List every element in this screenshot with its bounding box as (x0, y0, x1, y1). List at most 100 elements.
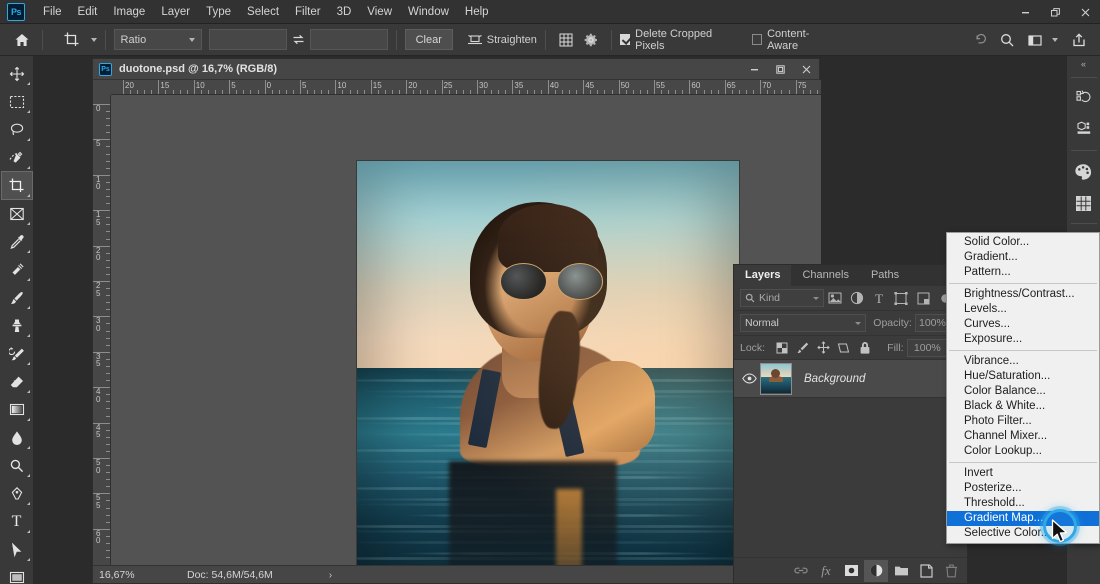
context-menu-item[interactable]: Hue/Saturation... (947, 369, 1099, 384)
pen-tool[interactable] (2, 480, 32, 507)
menu-item-layer[interactable]: Layer (153, 0, 198, 24)
collapse-panels-icon[interactable]: « (1067, 56, 1100, 72)
eraser-tool[interactable] (2, 368, 32, 395)
chevron-down-icon[interactable] (1052, 37, 1058, 42)
layer-name[interactable]: Background (804, 373, 865, 385)
frame-tool[interactable] (2, 200, 32, 227)
crop-tool-icon[interactable] (57, 29, 85, 51)
context-menu-item[interactable]: Solid Color... (947, 235, 1099, 250)
context-menu-item[interactable]: Brightness/Contrast... (947, 287, 1099, 302)
menu-item-filter[interactable]: Filter (287, 0, 329, 24)
menu-item-image[interactable]: Image (105, 0, 153, 24)
reset-arrow-icon[interactable] (970, 28, 994, 52)
new-adjustment-layer-icon[interactable] (864, 559, 888, 582)
eyedropper-tool[interactable] (2, 228, 32, 255)
blend-mode-select[interactable]: Normal (740, 314, 867, 332)
maximize-icon[interactable] (767, 59, 793, 80)
chevron-down-icon[interactable] (90, 37, 97, 42)
context-menu-item[interactable]: Photo Filter... (947, 414, 1099, 429)
crop-tool[interactable] (0, 171, 33, 200)
tab-layers[interactable]: Layers (734, 265, 792, 286)
context-menu-item[interactable]: Exposure... (947, 332, 1099, 347)
filter-smart-object-icon[interactable] (912, 288, 934, 308)
new-group-icon[interactable] (889, 560, 913, 582)
delete-layer-icon[interactable] (939, 560, 963, 582)
menu-item-file[interactable]: File (35, 0, 70, 24)
tab-channels[interactable]: Channels (791, 265, 859, 286)
menu-item-help[interactable]: Help (457, 0, 497, 24)
straighten-icon[interactable] (462, 28, 486, 52)
filter-pixel-icon[interactable] (824, 288, 846, 308)
minimize-icon[interactable] (741, 59, 767, 80)
crop-width-input[interactable] (209, 29, 288, 50)
blur-tool[interactable] (2, 424, 32, 451)
document-title-bar[interactable]: Ps duotone.psd @ 16,7% (RGB/8) (93, 59, 819, 80)
lock-position-icon[interactable] (813, 338, 834, 358)
search-icon[interactable] (994, 28, 1020, 52)
context-menu-item[interactable]: Curves... (947, 317, 1099, 332)
fill-value[interactable]: 100% (906, 338, 949, 357)
crop-ratio-select[interactable]: Ratio (113, 29, 202, 50)
filter-adjustment-icon[interactable] (846, 288, 868, 308)
close-icon[interactable] (793, 59, 819, 80)
minimize-icon[interactable] (1010, 0, 1040, 24)
path-selection-tool[interactable] (2, 536, 32, 563)
lock-all-icon[interactable] (854, 338, 875, 358)
clone-stamp-tool[interactable] (2, 312, 32, 339)
status-expand-arrow[interactable]: › (329, 569, 333, 581)
gradient-tool[interactable] (2, 396, 32, 423)
layer-style-fx-icon[interactable]: fx (814, 560, 838, 582)
tab-paths[interactable]: Paths (860, 265, 910, 286)
delete-cropped-pixels-checkbox[interactable]: Delete Cropped Pixels (619, 28, 738, 52)
link-layers-icon[interactable] (789, 560, 813, 582)
dodge-tool[interactable] (2, 452, 32, 479)
horizontal-ruler[interactable]: 20 15 10 5 0 5 10 15 20 25 30 35 40 45 50 55 60 65 70 75 (111, 80, 821, 95)
context-menu-item[interactable]: Black & White... (947, 399, 1099, 414)
adjustment-layer-context-menu[interactable]: Solid Color... Gradient... Pattern... Brigh… (946, 232, 1100, 544)
share-icon[interactable] (1066, 28, 1092, 52)
libraries-panel-icon[interactable] (1069, 115, 1099, 145)
menu-item-3d[interactable]: 3D (329, 0, 360, 24)
vertical-ruler[interactable]: 0 5 1 0 1 5 2 0 2 5 3 0 3 5 4 0 4 5 5 0 5 5 6 0 (93, 95, 111, 567)
add-layer-mask-icon[interactable] (839, 560, 863, 582)
table-row[interactable]: Background (734, 360, 967, 398)
filter-type-icon[interactable]: T (868, 288, 890, 308)
context-menu-item[interactable]: Threshold... (947, 496, 1099, 511)
type-tool[interactable]: T (2, 508, 32, 535)
history-panel-icon[interactable] (1069, 83, 1099, 113)
straighten-label[interactable]: Straighten (487, 34, 537, 46)
close-icon[interactable] (1070, 0, 1100, 24)
context-menu-item[interactable]: Posterize... (947, 481, 1099, 496)
context-menu-item[interactable]: Color Lookup... (947, 444, 1099, 459)
context-menu-item[interactable]: Vibrance... (947, 354, 1099, 369)
opacity-value[interactable]: 100% (914, 314, 951, 332)
menu-item-view[interactable]: View (359, 0, 400, 24)
restore-icon[interactable] (1040, 0, 1070, 24)
content-aware-checkbox[interactable]: Content-Aware (751, 28, 836, 52)
context-menu-item[interactable]: Color Balance... (947, 384, 1099, 399)
brush-tool[interactable] (2, 284, 32, 311)
canvas-area[interactable] (112, 95, 821, 567)
swap-dimensions-icon[interactable] (287, 32, 310, 47)
document-image[interactable] (357, 161, 739, 567)
layer-filter-kind-select[interactable]: Kind (740, 289, 824, 307)
menu-item-edit[interactable]: Edit (70, 0, 106, 24)
context-menu-item[interactable]: Levels... (947, 302, 1099, 317)
layer-visibility-eye-icon[interactable] (738, 373, 760, 384)
context-menu-item[interactable]: Pattern... (947, 265, 1099, 280)
lock-artboard-nesting-icon[interactable] (834, 338, 855, 358)
marquee-tool[interactable] (2, 88, 32, 115)
clear-button[interactable]: Clear (404, 29, 453, 50)
context-menu-item[interactable]: Gradient... (947, 250, 1099, 265)
menu-item-select[interactable]: Select (239, 0, 287, 24)
color-panel-icon[interactable] (1069, 156, 1099, 186)
lock-transparent-pixels-icon[interactable] (771, 338, 792, 358)
menu-item-type[interactable]: Type (198, 0, 239, 24)
filter-shape-icon[interactable] (890, 288, 912, 308)
home-icon[interactable] (10, 27, 34, 53)
menu-item-window[interactable]: Window (400, 0, 457, 24)
history-brush-tool[interactable] (2, 340, 32, 367)
swatches-panel-icon[interactable] (1069, 188, 1099, 218)
crop-height-input[interactable] (309, 29, 388, 50)
healing-brush-tool[interactable] (2, 256, 32, 283)
